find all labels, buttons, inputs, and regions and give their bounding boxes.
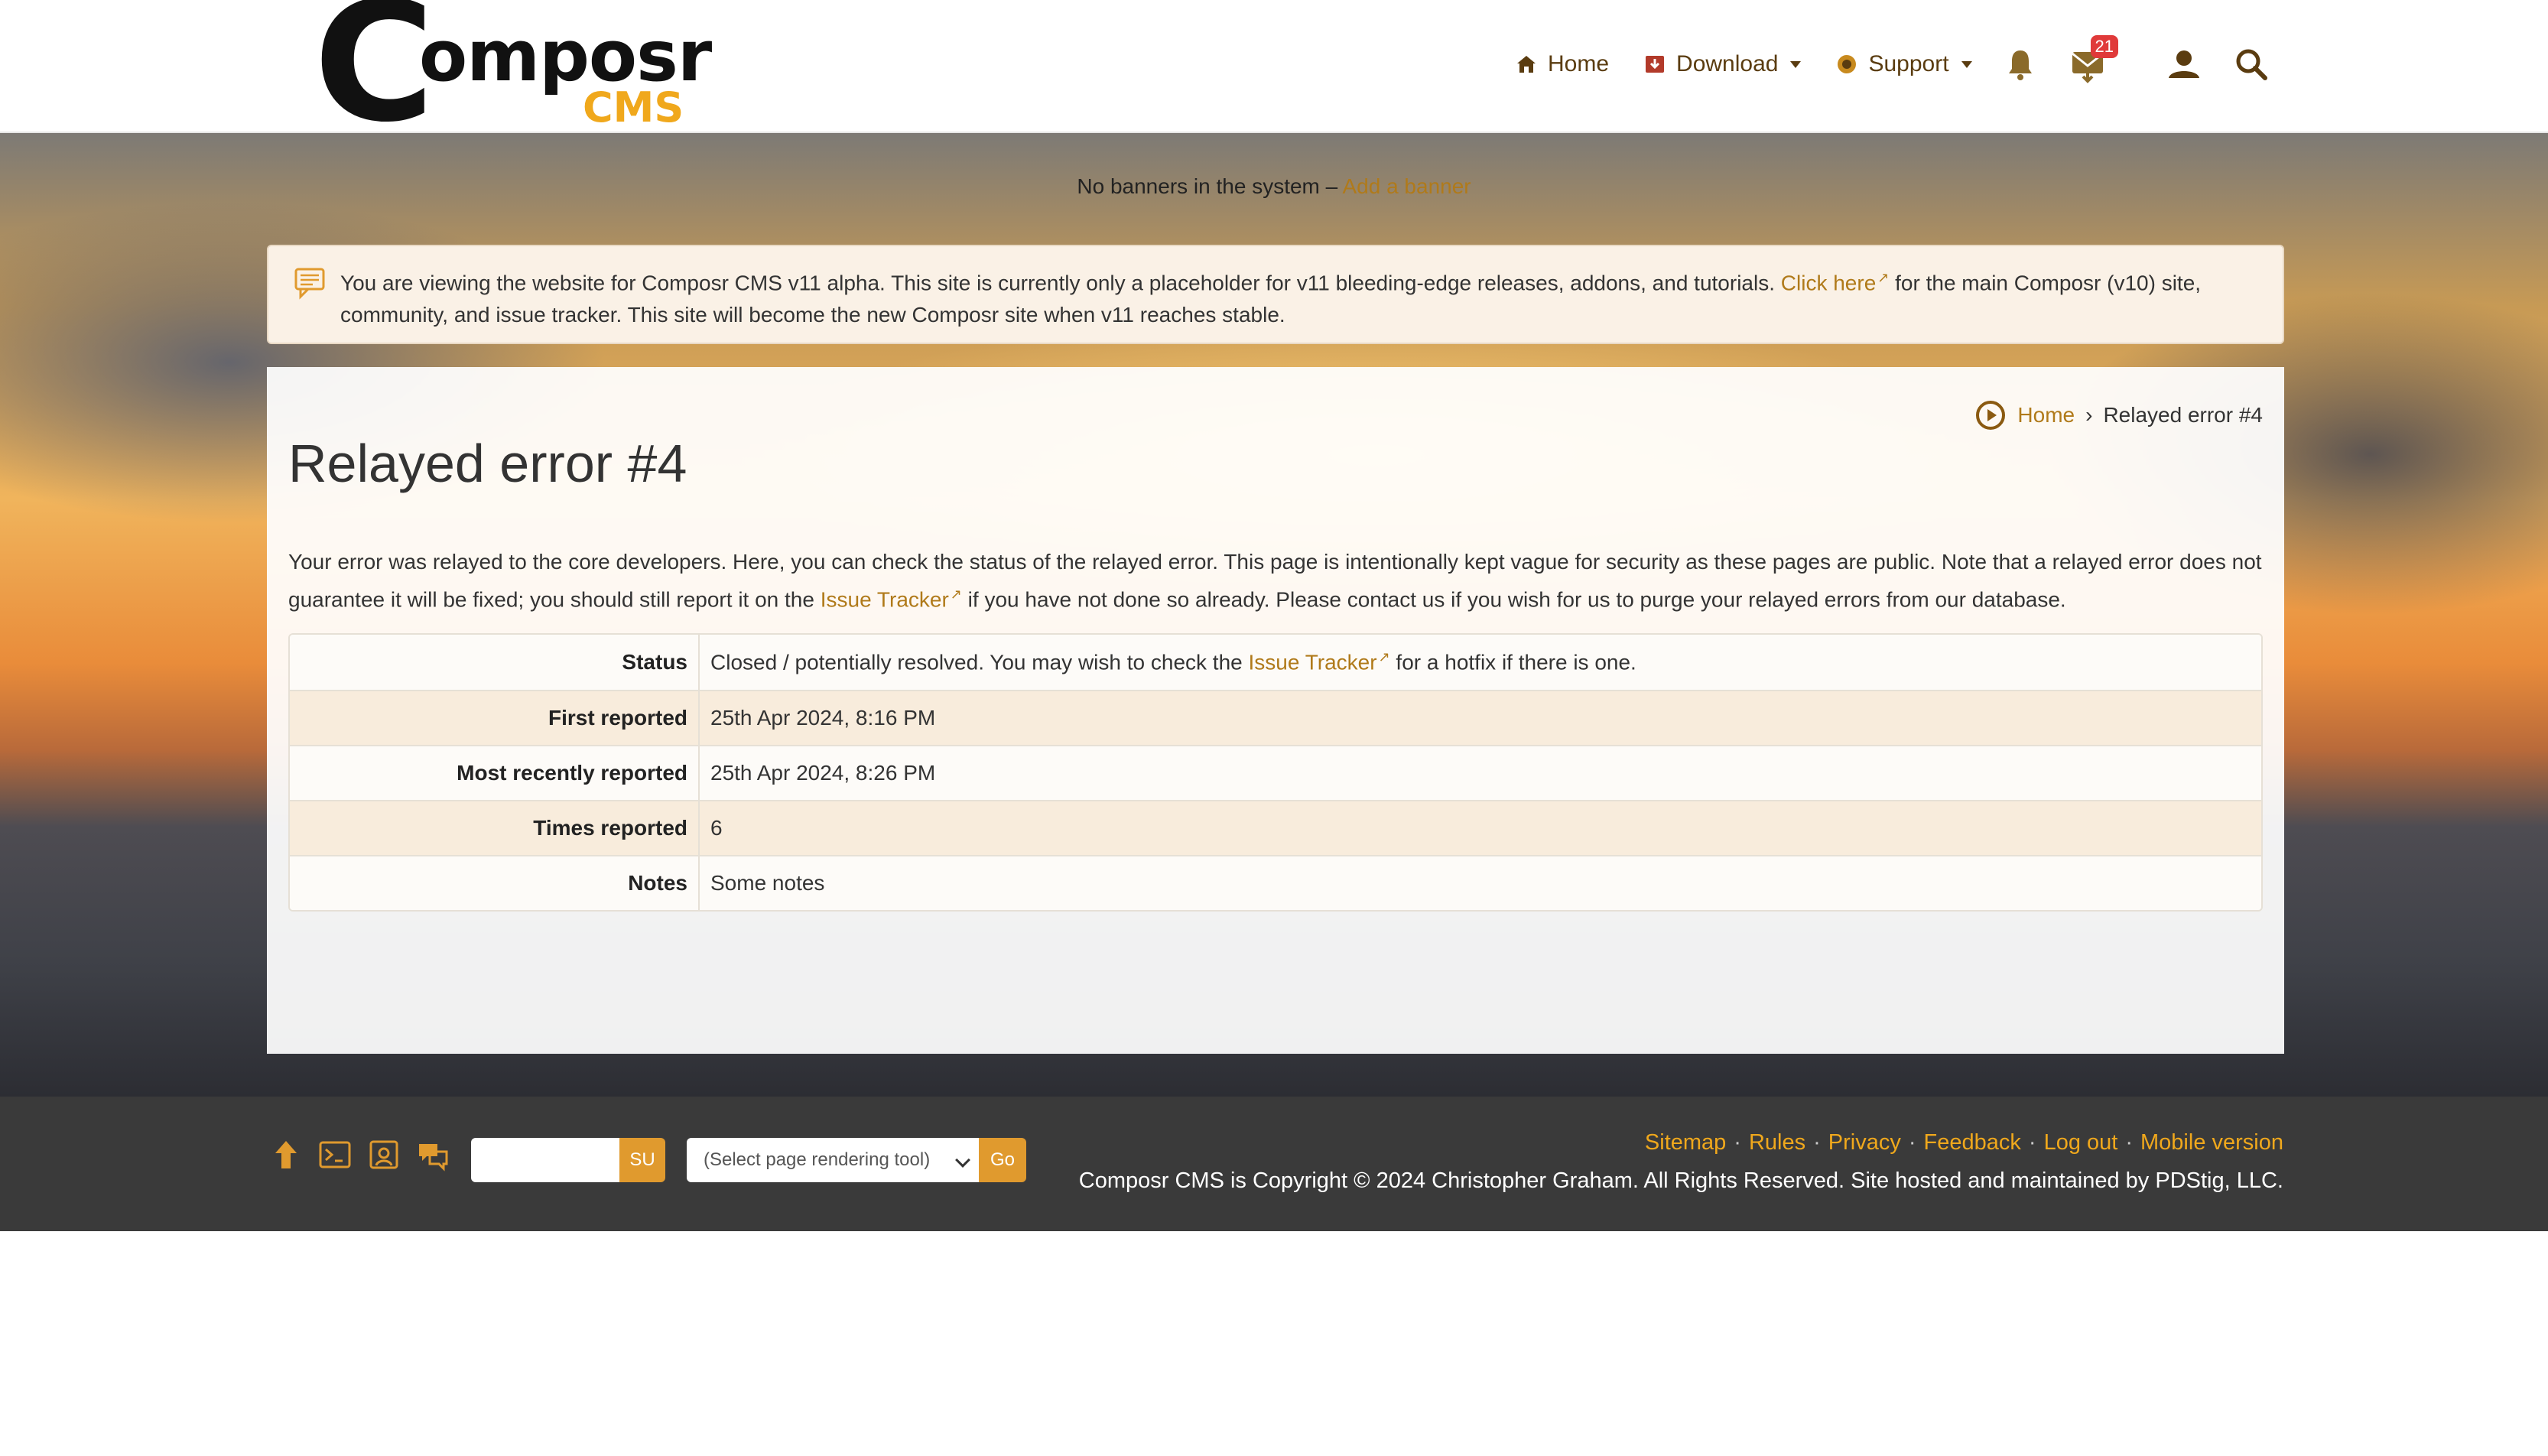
chevron-down-icon	[1961, 60, 1972, 68]
table-row: Times reported 6	[290, 800, 2261, 855]
play-circle-icon	[1976, 401, 2006, 430]
error-details-table: Status Closed / potentially resolved. Yo…	[288, 633, 2263, 912]
breadcrumb: Home › Relayed error #4	[1974, 399, 2263, 431]
table-row: Notes Some notes	[290, 855, 2261, 910]
nav-download-label: Download	[1676, 51, 1779, 76]
alpha-notice: You are viewing the website for Composr …	[267, 245, 2284, 344]
first-reported-label: First reported	[290, 690, 700, 745]
footer-link-rules[interactable]: Rules	[1749, 1130, 1805, 1155]
messages-button[interactable]: 21	[2068, 35, 2118, 87]
user-icon	[2169, 50, 2199, 78]
notice-text-before: You are viewing the website for Composr …	[340, 271, 1781, 295]
site-footer: SU (Select page rendering tool) Go Sitem…	[0, 1097, 2548, 1231]
site-logo[interactable]: C omposr CMS	[314, 0, 712, 145]
footer-links: Sitemap · Rules · Privacy · Feedback · Log out · M…	[1644, 1130, 2283, 1155]
first-reported-value: 25th Apr 2024, 8:16 PM	[700, 690, 2261, 745]
logo-word: omposr	[419, 15, 712, 97]
page-title: Relayed error #4	[288, 434, 687, 493]
messages-badge: 21	[2090, 35, 2118, 58]
search-icon	[2236, 49, 2267, 80]
footer-link-mobile[interactable]: Mobile version	[2140, 1130, 2283, 1155]
nav-download[interactable]: Download	[1643, 51, 1802, 77]
chevron-right-icon: ›	[2085, 403, 2093, 427]
notes-value: Some notes	[700, 855, 2261, 910]
status-value: Closed / potentially resolved. You may w…	[700, 635, 2261, 690]
logo-letter: C	[314, 0, 435, 158]
search-button[interactable]	[2231, 41, 2271, 87]
add-banner-link[interactable]: Add a banner	[1342, 174, 1471, 198]
table-row: Status Closed / potentially resolved. Yo…	[290, 635, 2261, 690]
nav-home[interactable]: Home	[1514, 51, 1609, 77]
recently-reported-label: Most recently reported	[290, 745, 700, 800]
status-issue-tracker-link[interactable]: Issue Tracker	[1249, 651, 1377, 674]
chevron-down-icon	[1790, 60, 1802, 68]
account-button[interactable]	[2164, 41, 2204, 87]
intro-text: Your error was relayed to the core devel…	[288, 546, 2263, 616]
support-icon	[1838, 55, 1857, 73]
breadcrumb-home[interactable]: Home	[2017, 403, 2075, 427]
table-row: First reported 25th Apr 2024, 8:16 PM	[290, 690, 2261, 745]
nav-support[interactable]: Support	[1835, 51, 1972, 77]
comment-icon	[294, 268, 325, 300]
times-reported-label: Times reported	[290, 800, 700, 855]
status-text-after: for a hotfix if there is one.	[1389, 650, 1636, 674]
banner-message: No banners in the system – Add a banner	[0, 174, 2548, 199]
nav-support-label: Support	[1868, 51, 1949, 76]
footer-link-privacy[interactable]: Privacy	[1828, 1130, 1901, 1155]
main-site-link[interactable]: Click here	[1781, 271, 1876, 294]
nav-home-label: Home	[1548, 51, 1610, 76]
main-content: Home › Relayed error #4 Relayed error #4…	[267, 367, 2284, 1054]
footer-link-logout[interactable]: Log out	[2044, 1130, 2118, 1155]
download-icon	[1646, 56, 1665, 73]
copyright-text: Composr CMS is Copyright © 2024 Christop…	[1078, 1168, 2283, 1193]
notifications-button[interactable]	[2000, 41, 2040, 87]
home-icon	[1517, 56, 1536, 73]
issue-tracker-link[interactable]: Issue Tracker	[821, 587, 949, 611]
banner-text: No banners in the system –	[1077, 174, 1343, 198]
site-header: C omposr CMS Home Download Support 21	[0, 0, 2548, 145]
main-nav: Home Download Support	[1514, 44, 2006, 84]
times-reported-value: 6	[700, 800, 2261, 855]
status-label: Status	[290, 635, 700, 690]
recently-reported-value: 25th Apr 2024, 8:26 PM	[700, 745, 2261, 800]
breadcrumb-current: Relayed error #4	[2103, 403, 2263, 427]
bell-icon	[2009, 50, 2032, 80]
external-link-icon: ↗	[950, 587, 962, 602]
logo-cms: CMS	[583, 83, 684, 132]
footer-link-feedback[interactable]: Feedback	[1924, 1130, 2021, 1155]
external-link-icon: ↗	[1877, 270, 1890, 285]
footer-link-sitemap[interactable]: Sitemap	[1645, 1130, 1726, 1155]
status-text-before: Closed / potentially resolved. You may w…	[710, 650, 1249, 674]
intro-text-after: if you have not done so already. Please …	[961, 587, 2066, 612]
table-row: Most recently reported 25th Apr 2024, 8:…	[290, 745, 2261, 800]
notes-label: Notes	[290, 855, 700, 910]
external-link-icon: ↗	[1378, 649, 1390, 665]
